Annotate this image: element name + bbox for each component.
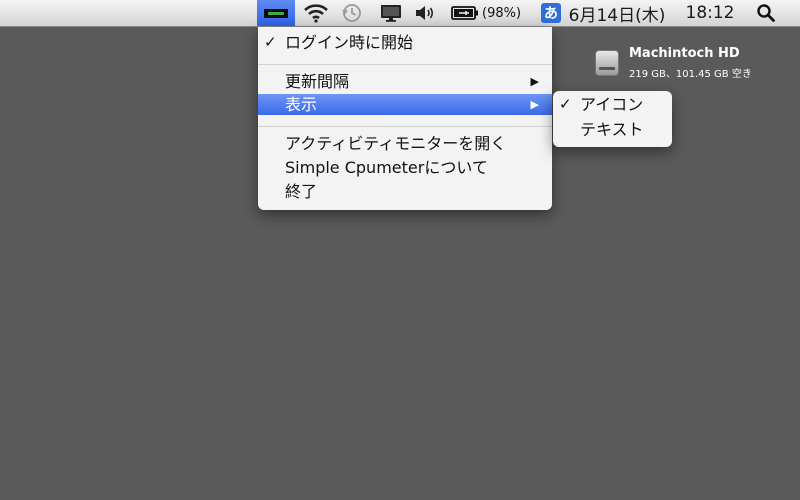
menubar-clock[interactable]: 18:12: [683, 0, 737, 26]
menu-item-label: アイコン: [580, 95, 644, 114]
display-mirroring-icon[interactable]: [377, 0, 405, 26]
menu-item-about[interactable]: Simple Cpumeterについて: [258, 157, 552, 178]
input-method-menu[interactable]: あ: [539, 0, 563, 26]
submenu-item-text[interactable]: テキスト: [553, 119, 672, 140]
menu-item-label: 更新間隔: [285, 72, 350, 91]
display-submenu: ✓ アイコン テキスト: [553, 91, 672, 147]
hard-drive-icon: [595, 50, 619, 76]
drive-capacity: 219 GB、101.45 GB 空き: [629, 69, 752, 80]
submenu-item-icon[interactable]: ✓ アイコン: [553, 94, 672, 115]
hard-drive-desktop-icon[interactable]: Machintoch HD 219 GB、101.45 GB 空き: [592, 45, 782, 85]
time-machine-icon[interactable]: [339, 0, 365, 26]
menu-item-open-activity-monitor[interactable]: アクティビティモニターを開く: [258, 133, 552, 154]
submenu-arrow-icon: ▶: [530, 98, 539, 111]
cpumeter-dropdown-menu: ✓ ログイン時に開始 更新間隔 ▶ 表示 ▶ アクティビティモニターを開く Si…: [258, 27, 552, 210]
checkmark-icon: ✓: [559, 95, 572, 113]
menubar-date[interactable]: 6月14日(木): [569, 0, 666, 26]
battery-icon: [451, 6, 478, 20]
menu-item-label: 表示: [285, 95, 318, 114]
drive-name: Machintoch HD: [629, 46, 740, 61]
volume-icon[interactable]: [413, 0, 437, 26]
submenu-arrow-icon: ▶: [530, 75, 539, 88]
battery-status[interactable]: (98%): [451, 0, 529, 26]
menu-bar: (98%) あ 6月14日(木) 18:12: [0, 0, 800, 27]
menu-separator: [258, 64, 552, 65]
menu-item-label: ログイン時に開始: [285, 33, 414, 52]
menu-item-label: アクティビティモニターを開く: [285, 134, 507, 153]
spotlight-search-icon[interactable]: [752, 0, 780, 26]
wifi-icon[interactable]: [301, 0, 331, 26]
menu-item-launch-at-login[interactable]: ✓ ログイン時に開始: [258, 32, 552, 53]
cpu-meter-menu-extra[interactable]: [257, 0, 295, 26]
menu-item-label: Simple Cpumeterについて: [285, 158, 488, 177]
checkmark-icon: ✓: [264, 33, 277, 51]
menu-item-display[interactable]: 表示 ▶: [258, 94, 552, 115]
menu-item-label: テキスト: [580, 120, 644, 139]
cpu-meter-icon: [264, 8, 288, 18]
menu-separator: [258, 126, 552, 127]
battery-percentage: (98%): [482, 5, 522, 21]
menu-item-quit[interactable]: 終了: [258, 181, 552, 202]
menu-item-update-interval[interactable]: 更新間隔 ▶: [258, 71, 552, 92]
menu-item-label: 終了: [285, 182, 318, 201]
hiragana-input-icon: あ: [541, 3, 561, 23]
